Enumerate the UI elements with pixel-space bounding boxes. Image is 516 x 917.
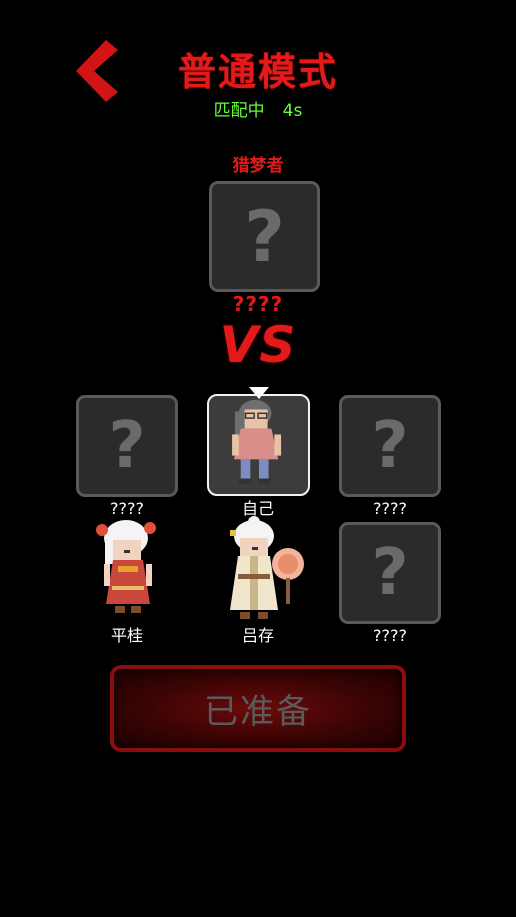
matching-screen: 普通模式 匹配中 4s 猎梦者 ? ???? VS ? ???? 自己 ? ??…: [0, 0, 516, 917]
hunter-slot: ?: [209, 181, 320, 292]
player-name-6: ????: [373, 626, 407, 645]
player-name-3: ????: [373, 499, 407, 518]
vs-label: VS: [219, 316, 297, 374]
girl-character-icon: [96, 520, 156, 613]
player-name-5: 吕存: [241, 626, 274, 645]
player-slot-1: ?: [76, 395, 178, 497]
self-avatar-icon: [232, 399, 282, 484]
unknown-question-icon: ?: [244, 195, 285, 278]
player-slot-3: ?: [339, 395, 441, 497]
player-slot-6: ?: [339, 522, 441, 624]
hunter-role-label: 猎梦者: [232, 156, 284, 176]
unknown-question-icon: ?: [371, 409, 409, 483]
player-avatar-5: [216, 516, 310, 624]
matching-status: 匹配中 4s: [0, 100, 516, 122]
ready-button[interactable]: 已准备: [110, 665, 406, 752]
robed-character-icon: [230, 516, 304, 619]
self-player-card: [207, 394, 310, 496]
hunter-name: ????: [232, 292, 284, 316]
triangle-down-icon: [249, 387, 269, 399]
countdown-timer: 4s: [282, 101, 303, 121]
unknown-question-icon: ?: [371, 536, 409, 610]
ready-button-label: 已准备: [204, 692, 312, 732]
player-avatar-4: [88, 516, 168, 624]
status-label: 匹配中: [213, 101, 265, 121]
unknown-question-icon: ?: [108, 409, 146, 483]
page-title: 普通模式: [177, 50, 338, 94]
player-name-4: 平桂: [110, 626, 143, 645]
